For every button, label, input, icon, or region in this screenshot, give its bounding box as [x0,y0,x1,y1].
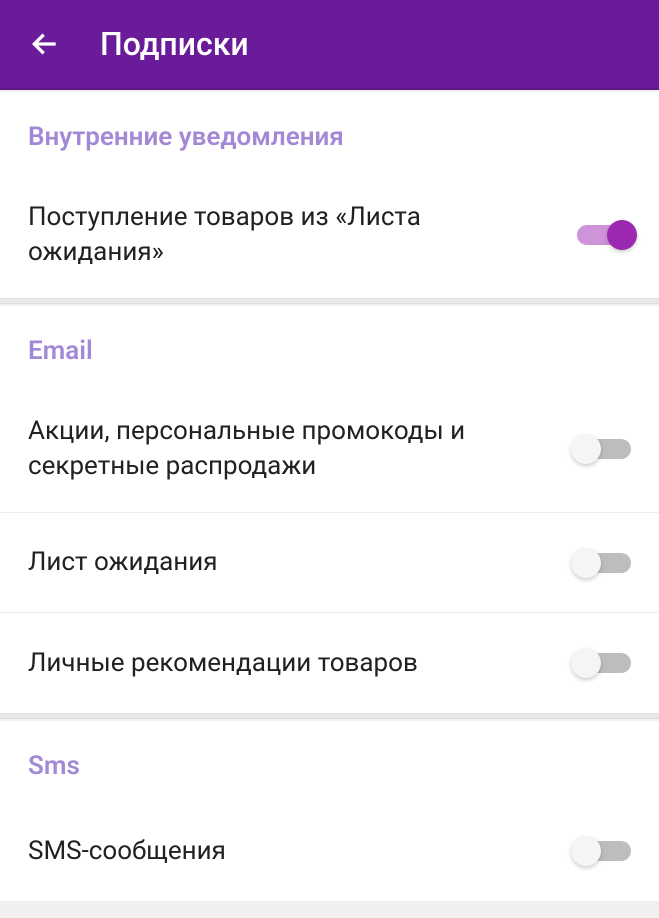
toggle-sms-messages[interactable] [577,841,631,861]
arrow-left-icon [29,28,61,60]
app-header: Подписки [0,0,659,90]
section-email: Email Акции, персональные промокоды и се… [0,306,659,713]
section-divider [0,298,659,304]
toggle-thumb [571,434,601,464]
toggle-thumb [571,548,601,578]
section-header-sms: Sms [0,721,659,801]
toggle-waitlist-arrival[interactable] [577,225,631,245]
setting-label: Акции, персональные промокоды и секретны… [28,414,577,484]
section-header-email: Email [0,306,659,386]
toggle-email-promo[interactable] [577,439,631,459]
setting-label: SMS-сообщения [28,834,577,869]
setting-label: Лист ожидания [28,545,577,580]
section-internal-notifications: Внутренние уведомления Поступление товар… [0,92,659,298]
toggle-thumb [571,648,601,678]
setting-label: Поступление товаров из «Листа ожидания» [28,200,577,270]
section-header-internal: Внутренние уведомления [0,92,659,172]
setting-row-sms-messages: SMS-сообщения [0,801,659,901]
toggle-email-recommendations[interactable] [577,653,631,673]
back-button[interactable] [20,19,70,69]
toggle-email-waitlist[interactable] [577,553,631,573]
setting-row-email-promo: Акции, персональные промокоды и секретны… [0,386,659,513]
setting-row-email-recommendations: Личные рекомендации товаров [0,613,659,713]
page-title: Подписки [100,25,249,63]
section-sms: Sms SMS-сообщения [0,721,659,901]
section-divider [0,713,659,719]
toggle-thumb [607,220,637,250]
setting-row-waitlist-arrival: Поступление товаров из «Листа ожидания» [0,172,659,298]
setting-label: Личные рекомендации товаров [28,646,577,681]
toggle-thumb [571,836,601,866]
setting-row-email-waitlist: Лист ожидания [0,513,659,613]
